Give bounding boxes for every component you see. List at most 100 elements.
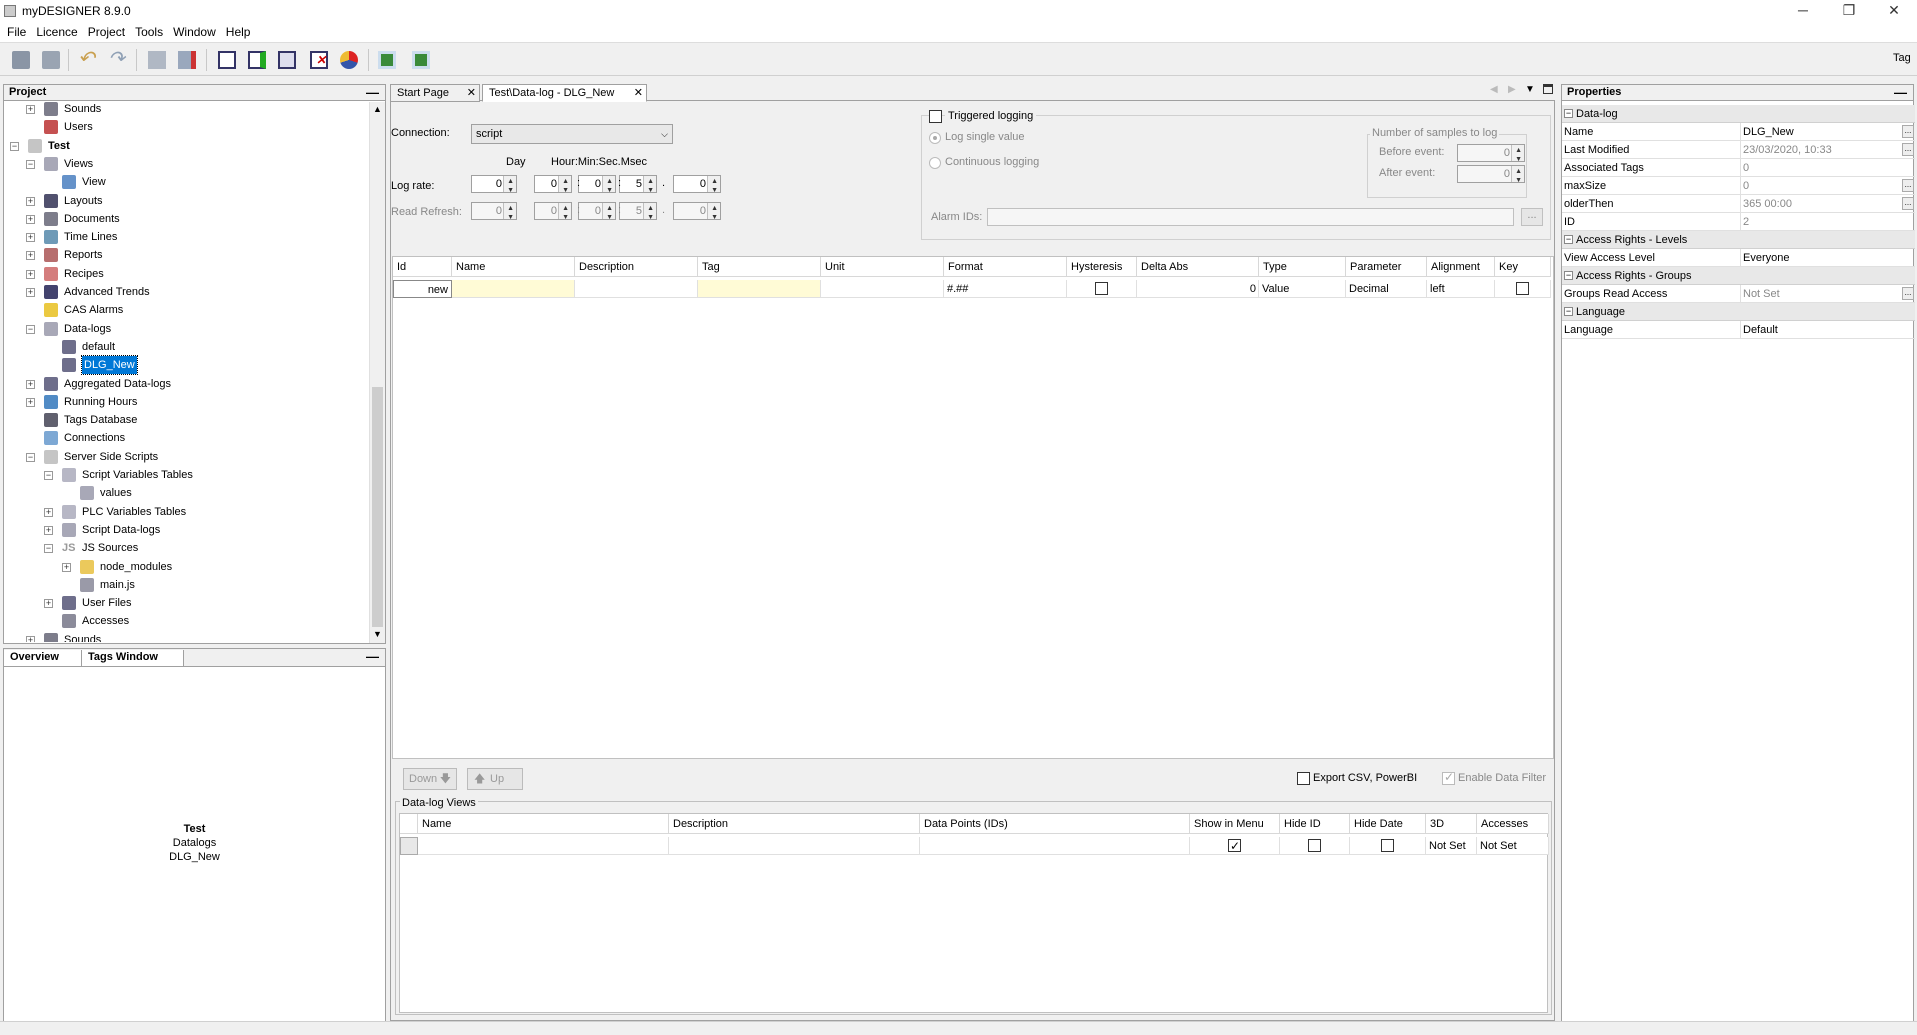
collapse-icon[interactable]: − (1564, 307, 1573, 316)
tab-start-page[interactable]: Start Page ✕ (390, 84, 480, 102)
property-value[interactable]: Default (1740, 321, 1900, 338)
properties-minimize-button[interactable]: — (1894, 85, 1907, 100)
read-refresh-spinner[interactable]: 0 ▲ ▼ (578, 202, 616, 221)
tree-item[interactable]: + Advanced Trends (4, 283, 364, 301)
tree-item[interactable]: + Reports (4, 246, 364, 264)
tree-item[interactable]: CAS Alarms (4, 301, 364, 319)
expand-icon[interactable]: + (26, 635, 35, 642)
column-header-data-points-ids-[interactable]: Data Points (IDs) (920, 814, 1190, 834)
property-value[interactable]: 365 00:00 (1740, 195, 1900, 212)
menu-licence[interactable]: Licence (33, 22, 84, 42)
tree-item[interactable]: default (4, 338, 364, 356)
collapse-icon[interactable]: − (26, 324, 35, 334)
grid-cell[interactable]: 0 (1137, 280, 1259, 298)
close-icon[interactable]: ✕ (467, 85, 476, 101)
column-header-name[interactable]: Name (452, 257, 575, 277)
grid-checkbox[interactable] (1095, 282, 1108, 295)
expand-icon[interactable]: + (26, 251, 35, 261)
property-browse-button[interactable]: ... (1902, 125, 1914, 138)
read-refresh-spinner[interactable]: 0 ▲ ▼ (534, 202, 572, 221)
property-section[interactable]: − Language (1562, 303, 1915, 321)
collapse-icon[interactable]: − (1564, 109, 1573, 118)
log-rate-spinner[interactable]: 5 ▲ ▼ (619, 175, 657, 194)
close-button[interactable]: ✕ (1871, 0, 1917, 22)
close-icon[interactable]: ✕ (634, 85, 643, 101)
tree-item[interactable]: Accesses (4, 612, 364, 630)
grid-cell[interactable] (400, 837, 418, 855)
tree-item[interactable]: − Views (4, 155, 364, 173)
delete-rows-button[interactable] (176, 49, 198, 71)
column-header-hysteresis[interactable]: Hysteresis (1067, 257, 1137, 277)
grid-cell[interactable]: new (393, 280, 452, 298)
hide-id-checkbox[interactable] (1308, 839, 1321, 852)
enable-filter-checkbox[interactable] (1442, 770, 1455, 785)
scroll-thumb[interactable] (372, 387, 383, 627)
property-section[interactable]: − Data-log (1562, 105, 1915, 123)
grid-cell[interactable] (698, 280, 821, 298)
tree-item[interactable]: + Time Lines (4, 228, 364, 246)
tree-item[interactable]: main.js (4, 576, 364, 594)
tree-item[interactable]: + Running Hours (4, 393, 364, 411)
minimize-button[interactable]: ─ (1780, 0, 1826, 22)
scroll-up-icon[interactable]: ▲ (373, 104, 382, 114)
grid-cell[interactable]: left (1427, 280, 1495, 298)
down-button[interactable]: Down 🡇 (403, 768, 457, 790)
expand-icon[interactable]: + (26, 105, 35, 114)
tab-prev-icon[interactable]: ◀ (1490, 84, 1498, 95)
tree-item[interactable]: DLG_New (4, 355, 364, 376)
spin-down-icon[interactable]: ▼ (647, 183, 654, 199)
property-row[interactable]: Last Modified 23/03/2020, 10:33... (1562, 141, 1915, 159)
triggered-logging-checkbox[interactable] (929, 110, 942, 123)
read-refresh-spinner[interactable]: 0 ▲ ▼ (471, 202, 517, 221)
grid-cell[interactable] (452, 280, 575, 298)
spin-down-icon[interactable]: ▼ (606, 183, 613, 199)
log-rate-spinner[interactable]: 0 ▲ ▼ (673, 175, 721, 194)
grid-cell[interactable] (1495, 280, 1551, 298)
copy-button[interactable] (146, 49, 168, 71)
read-refresh-spinner[interactable]: 0 ▲ ▼ (673, 202, 721, 221)
spin-down-icon[interactable]: ▼ (507, 183, 514, 199)
menu-tools[interactable]: Tools (132, 22, 170, 42)
column-header-delta-abs[interactable]: Delta Abs (1137, 257, 1259, 277)
column-header-tag[interactable]: Tag (698, 257, 821, 277)
grid-cell[interactable] (1190, 837, 1280, 855)
maximize-button[interactable]: ❐ (1826, 0, 1872, 22)
tab-list-icon[interactable]: ▼ (1525, 84, 1535, 95)
column-header-3d[interactable]: 3D (1426, 814, 1477, 834)
alarm-ids-browse-button[interactable]: ... (1521, 208, 1543, 226)
spin-down-icon[interactable]: ▼ (507, 210, 514, 226)
tree-item[interactable]: + Aggregated Data-logs (4, 375, 364, 393)
column-header-description[interactable]: Description (575, 257, 698, 277)
property-row[interactable]: Language Default (1562, 321, 1915, 339)
menu-file[interactable]: File (4, 22, 33, 42)
table-button[interactable] (216, 49, 238, 71)
menu-window[interactable]: Window (170, 22, 223, 42)
log-single-radio[interactable] (929, 132, 941, 144)
project-panel-minimize-button[interactable]: — (366, 85, 379, 100)
collapse-icon[interactable]: − (44, 544, 53, 554)
property-value[interactable]: DLG_New (1740, 123, 1900, 140)
grid-cell[interactable]: #.## (944, 280, 1067, 298)
grid-cell[interactable] (821, 280, 944, 298)
log-rate-spinner[interactable]: 0 ▲ ▼ (534, 175, 572, 194)
tree-item[interactable]: + PLC Variables Tables (4, 503, 364, 521)
expand-icon[interactable]: + (26, 397, 35, 407)
alarm-ids-input[interactable] (987, 208, 1514, 226)
collapse-icon[interactable]: − (44, 471, 53, 480)
property-value[interactable]: 2 (1740, 213, 1900, 230)
column-header-name[interactable]: Name (418, 814, 669, 834)
grid-cell[interactable] (669, 837, 920, 855)
column-header-description[interactable]: Description (669, 814, 920, 834)
property-row[interactable]: maxSize 0... (1562, 177, 1915, 195)
grid-cell[interactable] (418, 837, 669, 855)
spin-down-icon[interactable]: ▼ (562, 210, 569, 226)
spin-down-icon[interactable]: ▼ (562, 183, 569, 199)
column-header-show-in-menu[interactable]: Show in Menu (1190, 814, 1280, 834)
tree-item[interactable]: − Server Side Scripts (4, 448, 364, 466)
property-value[interactable]: 0 (1740, 177, 1900, 194)
property-row[interactable]: olderThen 365 00:00... (1562, 195, 1915, 213)
menu-project[interactable]: Project (85, 22, 132, 42)
expand-icon[interactable]: + (62, 562, 71, 572)
grid-cell[interactable] (575, 280, 698, 298)
expand-icon[interactable]: + (26, 379, 35, 389)
